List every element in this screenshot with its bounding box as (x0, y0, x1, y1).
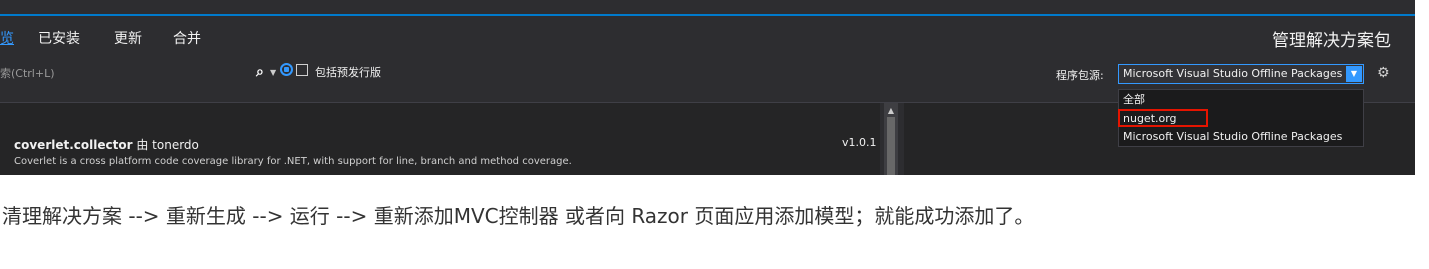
package-author: 由 tonerdo (136, 138, 199, 152)
nuget-option-highlight-box (1118, 109, 1208, 127)
chevron-down-icon[interactable]: ▼ (1346, 66, 1362, 82)
package-title-line[interactable]: coverlet.collector 由 tonerdo (14, 136, 199, 153)
tab-consolidate[interactable]: 合并 (173, 28, 201, 48)
search-input[interactable]: 索(Ctrl+L) (0, 64, 248, 84)
instruction-caption: 清理解决方案 --> 重新生成 --> 运行 --> 重新添加MVC控制器 或者… (2, 204, 1035, 228)
source-option-offline[interactable]: Microsoft Visual Studio Offline Packages (1123, 128, 1342, 146)
package-description: Coverlet is a cross platform code covera… (14, 156, 572, 167)
package-source-select[interactable]: Microsoft Visual Studio Offline Packages… (1118, 64, 1364, 84)
chevron-down-icon[interactable]: ▼ (270, 68, 276, 77)
source-option-all[interactable]: 全部 (1123, 91, 1145, 109)
scroll-thumb[interactable] (887, 117, 895, 175)
accent-line (0, 14, 1415, 16)
package-source-label: 程序包源: (1056, 69, 1104, 82)
include-prerelease-checkbox[interactable] (296, 64, 308, 76)
manager-title: 管理解决方案包 (1272, 31, 1391, 51)
package-list-scrollbar[interactable]: ▲ (884, 103, 898, 175)
package-name[interactable]: coverlet.collector (14, 138, 133, 152)
scroll-up-arrow-icon[interactable]: ▲ (884, 106, 898, 115)
refresh-icon[interactable] (280, 63, 293, 76)
include-prerelease-label: 包括预发行版 (315, 66, 381, 79)
package-version: v1.0.1 (842, 136, 877, 149)
search-icon[interactable]: ⌕ (256, 64, 264, 80)
tab-installed[interactable]: 已安装 (38, 28, 80, 48)
gear-icon[interactable]: ⚙ (1377, 66, 1391, 80)
nuget-package-manager-screenshot: 览 已安装 更新 合并 管理解决方案包 索(Ctrl+L) ⌕ ▼ 包括预发行版… (0, 0, 1415, 175)
tab-updates[interactable]: 更新 (114, 28, 142, 48)
package-source-selected-value: Microsoft Visual Studio Offline Packages (1123, 67, 1343, 80)
tab-browse[interactable]: 览 (0, 28, 14, 48)
